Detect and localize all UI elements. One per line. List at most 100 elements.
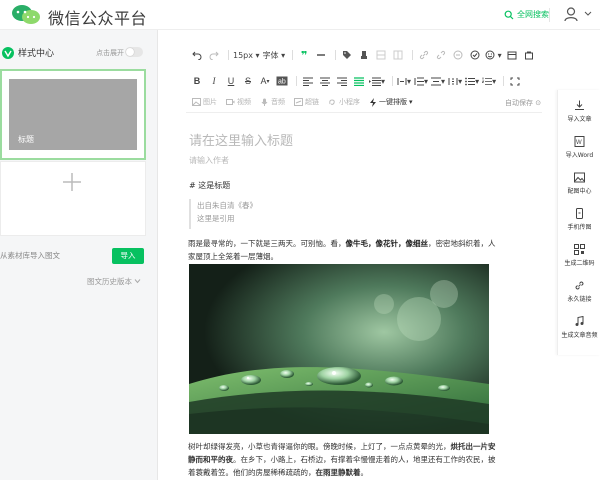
paragraph-spacing-icon xyxy=(431,77,442,85)
import-button[interactable]: 导入 xyxy=(112,248,144,264)
check-circle-button[interactable] xyxy=(468,48,482,62)
unlink-icon xyxy=(437,50,446,60)
strikethrough-button[interactable]: S xyxy=(241,74,255,88)
insert-image-button[interactable]: 图片 xyxy=(192,97,217,107)
emoji-button[interactable]: ▾ xyxy=(485,48,502,62)
body-paragraph-2[interactable]: 树叶却绿得发亮，小草也青得逼你的眼。傍晚时候，上灯了，一点点黄晕的光，烘托出一片… xyxy=(188,440,496,479)
right-tool-label: 配图中心 xyxy=(567,188,592,195)
italic-button[interactable]: I xyxy=(207,74,221,88)
minus-circle-button[interactable] xyxy=(451,48,465,62)
paragraph-spacing-button[interactable]: ▾ xyxy=(431,74,445,88)
style-center-header[interactable]: 样式中心 xyxy=(2,46,54,59)
import-word-tool[interactable]: W 导入Word xyxy=(558,136,600,159)
shop-button[interactable] xyxy=(522,48,536,62)
import-article-tool[interactable]: 导入文章 xyxy=(558,100,600,123)
ordered-list-button[interactable]: ▾ xyxy=(482,74,496,88)
format-painter-button[interactable] xyxy=(340,48,354,62)
toolbar-divider xyxy=(186,112,542,113)
one-key-layout-button[interactable]: 一键排版 ▾ xyxy=(369,97,413,107)
margin-button[interactable]: ▾ xyxy=(448,74,462,88)
font-family-select[interactable]: 字体 ▾ xyxy=(263,48,286,62)
right-tool-label: 生成二维码 xyxy=(564,260,595,267)
indent-button[interactable]: ▾ xyxy=(369,74,385,88)
quote-icon: ❞ xyxy=(300,48,308,62)
para1-bold: 像牛毛，像花针，像细丝 xyxy=(345,239,429,248)
underline-button[interactable]: U xyxy=(224,74,238,88)
style-center-icon xyxy=(2,46,14,59)
font-family-value: 字体 xyxy=(262,50,279,60)
expand-label: 点击展开 xyxy=(96,49,124,57)
top-bar: 微信公众平台 全网搜索 xyxy=(0,0,600,30)
line-height-button[interactable]: ▾ xyxy=(414,74,428,88)
platform-title: 微信公众平台 xyxy=(48,9,148,28)
image-center-tool[interactable]: 配图中心 xyxy=(558,172,600,195)
content-heading[interactable]: # 这是标题 xyxy=(189,180,230,191)
blockquote[interactable]: 出自朱自清《春》 这里是引用 xyxy=(189,199,349,229)
letter-spacing-button[interactable]: ▾ xyxy=(397,74,411,88)
article-audio-tool[interactable]: 生成文章音频 xyxy=(558,316,600,339)
article-cover-card[interactable]: 标题 xyxy=(0,69,146,160)
quote-line-text: 这里是引用 xyxy=(197,214,235,223)
clear-format-button[interactable] xyxy=(357,48,371,62)
bullet-list-icon xyxy=(465,77,476,85)
qrcode-tool[interactable]: 生成二维码 xyxy=(558,244,600,267)
emoji-icon xyxy=(485,50,495,60)
font-size-value: 15px xyxy=(233,50,253,60)
full-screen-button[interactable] xyxy=(508,74,522,88)
toolbar-row-1: 15px ▾ 字体 ▾ ❞ ▾ xyxy=(190,48,539,62)
align-center-button[interactable] xyxy=(318,74,332,88)
history-versions-link[interactable]: 图文历史版本 xyxy=(87,276,132,287)
link-button[interactable] xyxy=(417,48,431,62)
expand-toggle[interactable] xyxy=(125,47,143,57)
plus-icon[interactable] xyxy=(62,172,82,192)
check-circle-icon xyxy=(470,50,480,60)
autosave-status[interactable]: 自动保存 ⊙ xyxy=(505,98,541,108)
redo-button[interactable] xyxy=(207,48,221,62)
style-center-title: 样式中心 xyxy=(18,49,55,59)
right-tool-label: 生成文章音频 xyxy=(561,332,598,339)
unlink-button[interactable] xyxy=(434,48,448,62)
line-height-icon xyxy=(414,77,425,85)
body-paragraph-1[interactable]: 雨是最寻常的，一下就是三两天。可别恼。看，像牛毛，像花针，像细丝，密密地斜织着，… xyxy=(188,237,496,263)
right-tool-panel: 导入文章 W 导入Word 配图中心 手机传图 生成二维码 永久链接 生成文章音… xyxy=(557,90,600,355)
quote-line-source: 出自朱自清《春》 xyxy=(197,201,257,210)
insert-hyperlink-button[interactable]: 超链 xyxy=(294,97,319,107)
audio-icon xyxy=(575,316,584,326)
divider-button[interactable] xyxy=(314,48,328,62)
wechat-logo-icon[interactable] xyxy=(10,4,44,26)
template-icon xyxy=(507,51,517,60)
para1-text-a: 雨是最寻常的，一下就是三两天。可别恼。看， xyxy=(188,239,346,248)
font-size-select[interactable]: 15px ▾ xyxy=(233,48,260,62)
undo-button[interactable] xyxy=(190,48,204,62)
global-search-label: 全网搜索 xyxy=(517,10,549,19)
right-tool-label: 永久链接 xyxy=(567,296,592,303)
align-right-button[interactable] xyxy=(335,74,349,88)
quote-button[interactable]: ❞ xyxy=(297,48,311,62)
grid-button[interactable] xyxy=(391,48,405,62)
insert-miniprogram-button[interactable]: 小程序 xyxy=(328,97,360,107)
author-input[interactable]: 请输入作者 xyxy=(189,155,229,166)
user-avatar-icon[interactable] xyxy=(563,6,579,22)
import-from-material-label: 从素材库导入图文 xyxy=(0,251,60,260)
font-color-button[interactable]: A ▾ xyxy=(258,74,272,88)
microphone-icon xyxy=(261,98,268,106)
bold-button[interactable]: B xyxy=(190,74,204,88)
align-left-button[interactable] xyxy=(301,74,315,88)
chevron-down-icon[interactable] xyxy=(134,278,141,284)
table-button[interactable] xyxy=(374,48,388,62)
unordered-list-button[interactable]: ▾ xyxy=(465,74,479,88)
background-color-button[interactable]: ab xyxy=(275,74,289,88)
justify-button[interactable] xyxy=(352,74,366,88)
insert-video-label: 视频 xyxy=(237,98,251,106)
insert-image-label: 图片 xyxy=(203,98,217,106)
insert-video-button[interactable]: 视频 xyxy=(226,97,251,107)
insert-audio-button[interactable]: 音频 xyxy=(260,97,285,107)
template-button[interactable] xyxy=(505,48,519,62)
phone-upload-tool[interactable]: 手机传图 xyxy=(558,208,600,231)
article-photo-grass-drops[interactable] xyxy=(189,264,489,434)
permanent-link-tool[interactable]: 永久链接 xyxy=(558,280,600,303)
global-search-link[interactable]: 全网搜索 xyxy=(504,9,549,20)
account-caret-icon[interactable] xyxy=(584,9,592,17)
align-left-icon xyxy=(303,77,313,86)
article-title-input[interactable]: 请在这里输入标题 xyxy=(189,130,293,149)
